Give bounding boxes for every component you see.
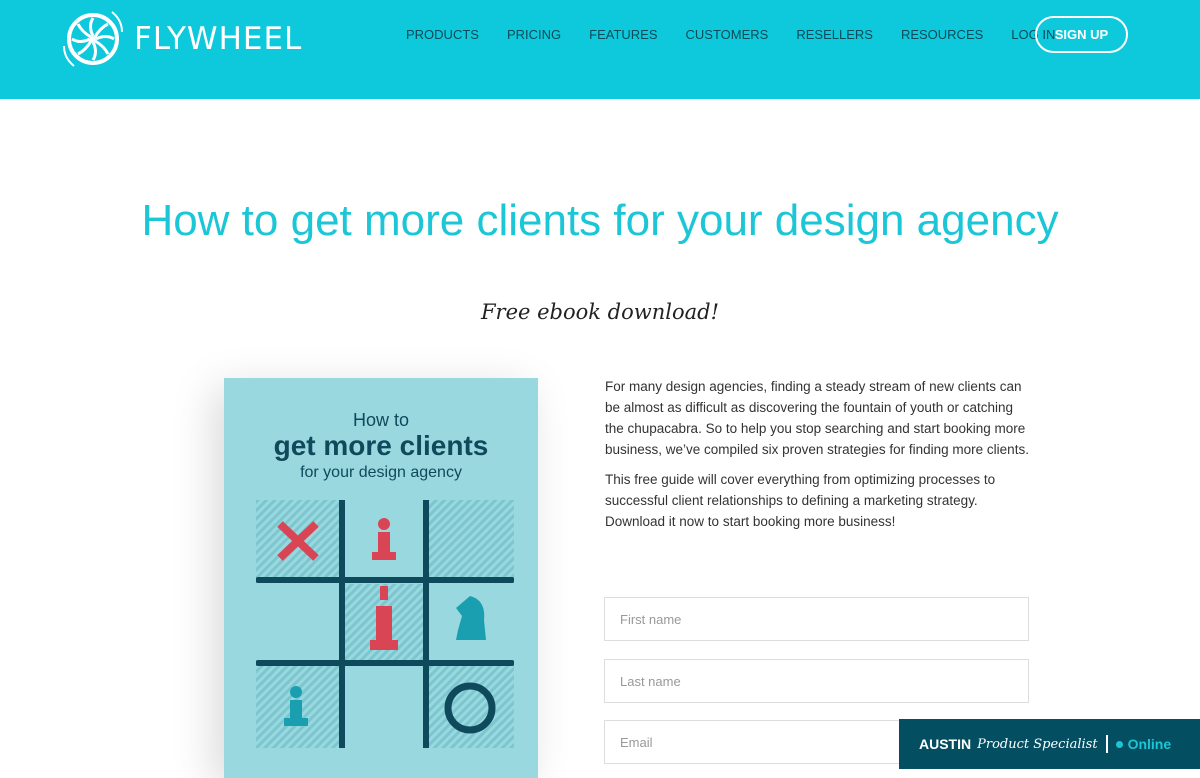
intro-paragraph-2: This free guide will cover everything fr… <box>605 472 996 529</box>
divider <box>1105 735 1108 753</box>
page-title: How to get more clients for your design … <box>141 196 1059 245</box>
last-name-input[interactable]: Last name <box>604 659 1029 703</box>
nav-resources[interactable]: RESOURCES <box>901 27 983 43</box>
nav-pricing[interactable]: PRICING <box>507 27 561 43</box>
agent-status: Online <box>1127 736 1172 752</box>
page-subtitle: Free ebook download! <box>480 300 720 324</box>
agent-name: AUSTIN <box>919 736 972 752</box>
book-title-line1: How to <box>352 410 410 430</box>
pawn-red-icon <box>372 518 396 560</box>
main-nav: PRODUCTS PRICING FEATURES CUSTOMERS RESE… <box>406 27 1083 43</box>
intro-paragraph-1: For many design agencies, finding a stea… <box>605 379 1029 457</box>
nav-products[interactable]: PRODUCTS <box>406 27 479 43</box>
brand-name: FLYWHEEL <box>134 21 303 57</box>
book-title-line2: get more clients <box>273 430 489 461</box>
site-header: FLYWHEEL PRODUCTS PRICING FEATURES CUSTO… <box>0 0 1200 99</box>
tic-tac-toe-illustration <box>256 500 514 748</box>
signup-button[interactable]: SIGN UP <box>1035 16 1128 53</box>
flywheel-logo[interactable]: FLYWHEEL <box>62 8 302 70</box>
nav-resellers[interactable]: RESELLERS <box>796 27 873 43</box>
flywheel-icon <box>63 11 123 67</box>
intro-copy: For many design agencies, finding a stea… <box>605 376 1035 541</box>
agent-role: Product Specialist <box>977 736 1098 752</box>
nav-features[interactable]: FEATURES <box>589 27 657 43</box>
knight-icon <box>456 596 486 640</box>
online-dot-icon <box>1115 740 1123 748</box>
live-chat-widget[interactable]: AUSTIN Product Specialist Online <box>899 719 1200 769</box>
ebook-cover: How to get more clients for your design … <box>224 378 538 778</box>
first-name-input[interactable]: First name <box>604 597 1029 641</box>
nav-customers[interactable]: CUSTOMERS <box>686 27 769 43</box>
book-title-line3: for your design agency <box>300 464 462 481</box>
